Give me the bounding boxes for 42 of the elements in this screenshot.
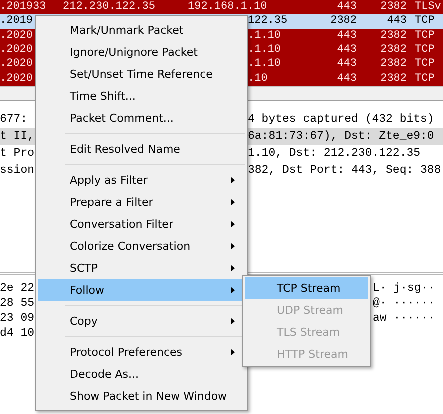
destination-cell: .1.10	[248, 42, 282, 58]
source-port-cell: 443	[337, 28, 357, 43]
time-cell: .2020	[0, 72, 34, 86]
time-cell: .2019	[0, 14, 34, 29]
detail-text: 6a:81:73:67), Dst: Zte_e9:0	[248, 129, 434, 145]
protocol-cell: TCP	[415, 42, 435, 58]
source-port-cell: 443	[337, 57, 357, 72]
destination-cell: 122.35	[248, 14, 288, 29]
time-cell: .2020	[0, 28, 34, 43]
protocol-cell: TCP	[415, 57, 435, 72]
time-cell: .201933	[0, 0, 46, 14]
destination-port-cell: 2382	[380, 28, 407, 43]
protocol-cell: TCP	[415, 72, 435, 86]
source-port-cell: 443	[337, 42, 357, 58]
source-port-cell: 2382	[330, 14, 357, 29]
hex-bytes: 23 09	[0, 312, 35, 325]
destination-cell: .1.10	[248, 28, 282, 43]
protocol-cell: TCP	[415, 14, 435, 29]
destination-port-cell: 443	[387, 14, 407, 29]
detail-text: ssion	[0, 164, 35, 177]
destination-port-cell: 2382	[380, 42, 407, 58]
destination-port-cell: 2382	[380, 72, 407, 86]
hex-bytes: 2e 22	[0, 282, 35, 295]
ascii-bytes: @· ······	[373, 296, 436, 311]
destination-cell: 192.168.1.10	[188, 0, 268, 14]
destination-port-cell: 2382	[380, 0, 407, 14]
ascii-bytes: L· j·sg··	[373, 281, 436, 296]
ascii-bytes: aw ······	[373, 311, 436, 326]
protocol-cell: TCP	[415, 28, 435, 43]
destination-cell: .1.10	[248, 57, 282, 72]
destination-cell: .10	[248, 72, 268, 86]
source-port-cell: 443	[337, 72, 357, 86]
hex-bytes: d4 10	[0, 327, 35, 340]
time-cell: .2020	[0, 42, 34, 58]
protocol-cell: TLSv	[415, 0, 442, 14]
time-cell: .2020	[0, 57, 34, 72]
destination-port-cell: 2382	[380, 57, 407, 72]
detail-text: 382, Dst Port: 443, Seq: 388	[248, 163, 442, 179]
hex-bytes: 28 55	[0, 297, 35, 310]
source-port-cell: 443	[337, 0, 357, 14]
source-cell: 212.230.122.35	[63, 0, 156, 14]
detail-text: t II,	[0, 130, 35, 143]
